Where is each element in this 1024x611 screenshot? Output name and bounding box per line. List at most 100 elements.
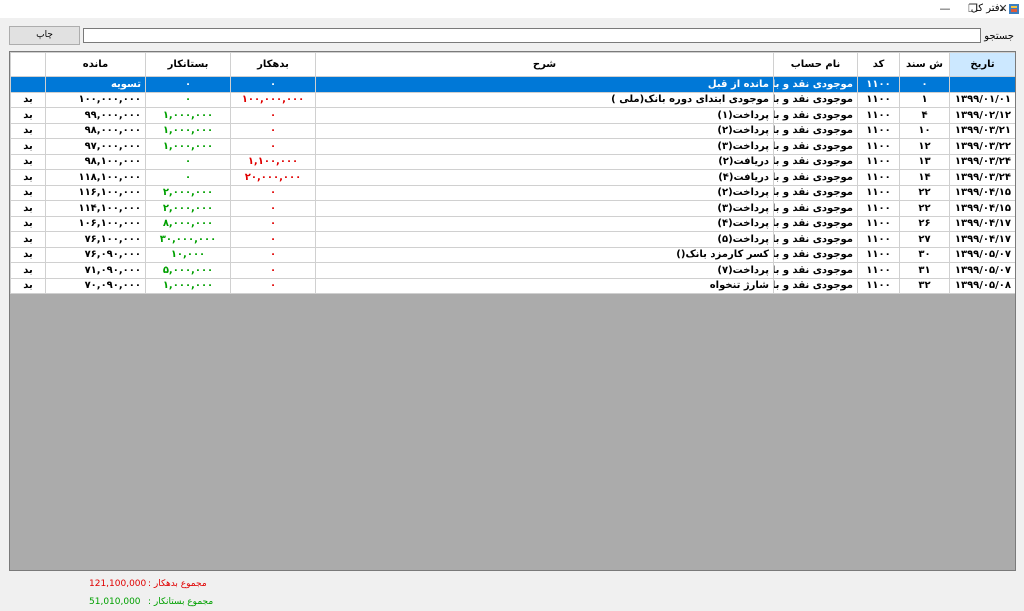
cell-description[interactable]: مانده از قبل xyxy=(315,76,774,93)
cell-balance[interactable]: ۹۹,۰۰۰,۰۰۰ xyxy=(45,107,146,124)
cell-stub[interactable]: بد xyxy=(10,153,46,170)
minimize-button[interactable]: — xyxy=(930,0,960,18)
cell-doc-no[interactable]: ۲۲ xyxy=(899,184,950,201)
cell-debit[interactable]: ۰ xyxy=(230,215,316,232)
cell-debit[interactable]: ۰ xyxy=(230,122,316,139)
header-debit[interactable]: بدهکار xyxy=(230,52,316,77)
cell-account[interactable]: موجودی نقد و بانک xyxy=(773,107,858,124)
cell-stub[interactable]: بد xyxy=(10,277,46,294)
header-credit[interactable]: بستانکار xyxy=(145,52,231,77)
table-row[interactable]: بد ۹۹,۰۰۰,۰۰۰ ۱,۰۰۰,۰۰۰ ۰ پرداخت(۱) موجودی نق… xyxy=(10,107,1015,124)
cell-debit[interactable]: ۱۰۰,۰۰۰,۰۰۰ xyxy=(230,91,316,108)
cell-description[interactable]: پرداخت(۷) xyxy=(315,262,774,279)
cell-debit[interactable]: ۰ xyxy=(230,277,316,294)
cell-stub[interactable]: بد xyxy=(10,215,46,232)
cell-credit[interactable]: ۳۰,۰۰۰,۰۰۰ xyxy=(145,231,231,248)
cell-code[interactable]: ۱۱۰۰ xyxy=(857,138,900,155)
header-code[interactable]: کد xyxy=(857,52,900,77)
header-doc-no[interactable]: ش سند xyxy=(899,52,950,77)
cell-account[interactable]: موجودی نقد و بانک xyxy=(773,138,858,155)
table-row[interactable]: بد ۹۷,۰۰۰,۰۰۰ ۱,۰۰۰,۰۰۰ ۰ پرداخت(۳) موجودی نق… xyxy=(10,138,1015,155)
cell-date[interactable]: ۱۳۹۹/۰۳/۲۴ xyxy=(949,153,1015,170)
cell-code[interactable]: ۱۱۰۰ xyxy=(857,246,900,263)
cell-balance[interactable]: ۹۷,۰۰۰,۰۰۰ xyxy=(45,138,146,155)
cell-description[interactable]: پرداخت(۳) xyxy=(315,138,774,155)
cell-stub[interactable]: بد xyxy=(10,262,46,279)
cell-debit[interactable]: ۰ xyxy=(230,246,316,263)
cell-stub[interactable]: بد xyxy=(10,169,46,186)
table-row[interactable]: بد ۱۰۰,۰۰۰,۰۰۰ ۰ ۱۰۰,۰۰۰,۰۰۰ موجودی ابتدای د… xyxy=(10,91,1015,108)
cell-balance[interactable]: ۱۱۴,۱۰۰,۰۰۰ xyxy=(45,200,146,217)
cell-credit[interactable]: ۲,۰۰۰,۰۰۰ xyxy=(145,184,231,201)
header-account[interactable]: نام حساب xyxy=(773,52,858,77)
cell-doc-no[interactable]: ۴ xyxy=(899,107,950,124)
cell-stub[interactable]: بد xyxy=(10,184,46,201)
cell-debit[interactable]: ۲۰,۰۰۰,۰۰۰ xyxy=(230,169,316,186)
cell-account[interactable]: موجودی نقد و بانک xyxy=(773,153,858,170)
cell-debit[interactable]: ۰ xyxy=(230,231,316,248)
table-row[interactable]: بد ۱۰۶,۱۰۰,۰۰۰ ۸,۰۰۰,۰۰۰ ۰ پرداخت(۴) موجودی ن… xyxy=(10,215,1015,232)
cell-stub[interactable] xyxy=(10,76,46,93)
cell-balance[interactable]: ۱۰۰,۰۰۰,۰۰۰ xyxy=(45,91,146,108)
cell-date[interactable]: ۱۳۹۹/۰۱/۰۱ xyxy=(949,91,1015,108)
header-date[interactable]: تاریخ xyxy=(949,52,1015,77)
restore-button[interactable]: ❐ xyxy=(958,0,988,18)
close-button[interactable]: ✕ xyxy=(988,0,1018,18)
cell-doc-no[interactable]: ۱۴ xyxy=(899,169,950,186)
cell-doc-no[interactable]: ۲۷ xyxy=(899,231,950,248)
cell-description[interactable]: موجودی ابتدای دوره بانک(ملی ) xyxy=(315,91,774,108)
cell-code[interactable]: ۱۱۰۰ xyxy=(857,215,900,232)
cell-code[interactable]: ۱۱۰۰ xyxy=(857,91,900,108)
cell-date[interactable]: ۱۳۹۹/۰۵/۰۸ xyxy=(949,277,1015,294)
search-input[interactable] xyxy=(83,28,981,43)
cell-date[interactable]: ۱۳۹۹/۰۳/۲۴ xyxy=(949,169,1015,186)
cell-balance[interactable]: ۷۰,۰۹۰,۰۰۰ xyxy=(45,277,146,294)
cell-credit[interactable]: ۱,۰۰۰,۰۰۰ xyxy=(145,138,231,155)
cell-doc-no[interactable]: ۱ xyxy=(899,91,950,108)
cell-balance[interactable]: ۱۰۶,۱۰۰,۰۰۰ xyxy=(45,215,146,232)
cell-stub[interactable]: بد xyxy=(10,200,46,217)
cell-description[interactable]: پرداخت(۲) xyxy=(315,122,774,139)
cell-date[interactable]: ۱۳۹۹/۰۵/۰۷ xyxy=(949,246,1015,263)
table-row[interactable]: بد ۷۱,۰۹۰,۰۰۰ ۵,۰۰۰,۰۰۰ ۰ پرداخت(۷) موجودی نق… xyxy=(10,262,1015,279)
cell-debit[interactable]: ۰ xyxy=(230,200,316,217)
cell-description[interactable]: پرداخت(۵) xyxy=(315,231,774,248)
cell-credit[interactable]: ۵,۰۰۰,۰۰۰ xyxy=(145,262,231,279)
cell-credit[interactable]: ۱,۰۰۰,۰۰۰ xyxy=(145,107,231,124)
cell-balance[interactable]: ۷۶,۱۰۰,۰۰۰ xyxy=(45,231,146,248)
cell-date[interactable]: ۱۳۹۹/۰۲/۱۲ xyxy=(949,107,1015,124)
table-row[interactable]: بد ۷۶,۱۰۰,۰۰۰ ۳۰,۰۰۰,۰۰۰ ۰ پرداخت(۵) موجودی ن… xyxy=(10,231,1015,248)
cell-date[interactable]: ۱۳۹۹/۰۴/۱۷ xyxy=(949,231,1015,248)
cell-account[interactable]: موجودی نقد و بانک xyxy=(773,231,858,248)
cell-debit[interactable]: ۰ xyxy=(230,262,316,279)
cell-account[interactable]: موجودی نقد و بانک xyxy=(773,262,858,279)
cell-credit[interactable]: ۸,۰۰۰,۰۰۰ xyxy=(145,215,231,232)
cell-balance[interactable]: ۱۱۶,۱۰۰,۰۰۰ xyxy=(45,184,146,201)
cell-code[interactable]: ۱۱۰۰ xyxy=(857,231,900,248)
cell-credit[interactable]: ۰ xyxy=(145,76,231,93)
cell-credit[interactable]: ۲,۰۰۰,۰۰۰ xyxy=(145,200,231,217)
cell-balance[interactable]: ۷۱,۰۹۰,۰۰۰ xyxy=(45,262,146,279)
cell-description[interactable]: پرداخت(۱) xyxy=(315,107,774,124)
cell-description[interactable]: کسر کارمزد بانک() xyxy=(315,246,774,263)
cell-balance[interactable]: ۷۶,۰۹۰,۰۰۰ xyxy=(45,246,146,263)
cell-debit[interactable]: ۱,۱۰۰,۰۰۰ xyxy=(230,153,316,170)
cell-balance[interactable]: ۹۸,۱۰۰,۰۰۰ xyxy=(45,153,146,170)
cell-account[interactable]: موجودی نقد و بانک xyxy=(773,184,858,201)
cell-stub[interactable]: بد xyxy=(10,246,46,263)
cell-balance[interactable]: ۱۱۸,۱۰۰,۰۰۰ xyxy=(45,169,146,186)
cell-code[interactable]: ۱۱۰۰ xyxy=(857,169,900,186)
cell-code[interactable]: ۱۱۰۰ xyxy=(857,184,900,201)
cell-balance[interactable]: تسویه xyxy=(45,76,146,93)
cell-date[interactable] xyxy=(949,76,1015,93)
cell-stub[interactable]: بد xyxy=(10,122,46,139)
cell-doc-no[interactable]: ۰ xyxy=(899,76,950,93)
cell-doc-no[interactable]: ۳۰ xyxy=(899,246,950,263)
header-balance[interactable]: مانده xyxy=(45,52,146,77)
cell-stub[interactable]: بد xyxy=(10,138,46,155)
cell-code[interactable]: ۱۱۰۰ xyxy=(857,107,900,124)
cell-doc-no[interactable]: ۲۶ xyxy=(899,215,950,232)
cell-date[interactable]: ۱۳۹۹/۰۳/۲۱ xyxy=(949,122,1015,139)
cell-credit[interactable]: ۰ xyxy=(145,91,231,108)
cell-debit[interactable]: ۰ xyxy=(230,184,316,201)
